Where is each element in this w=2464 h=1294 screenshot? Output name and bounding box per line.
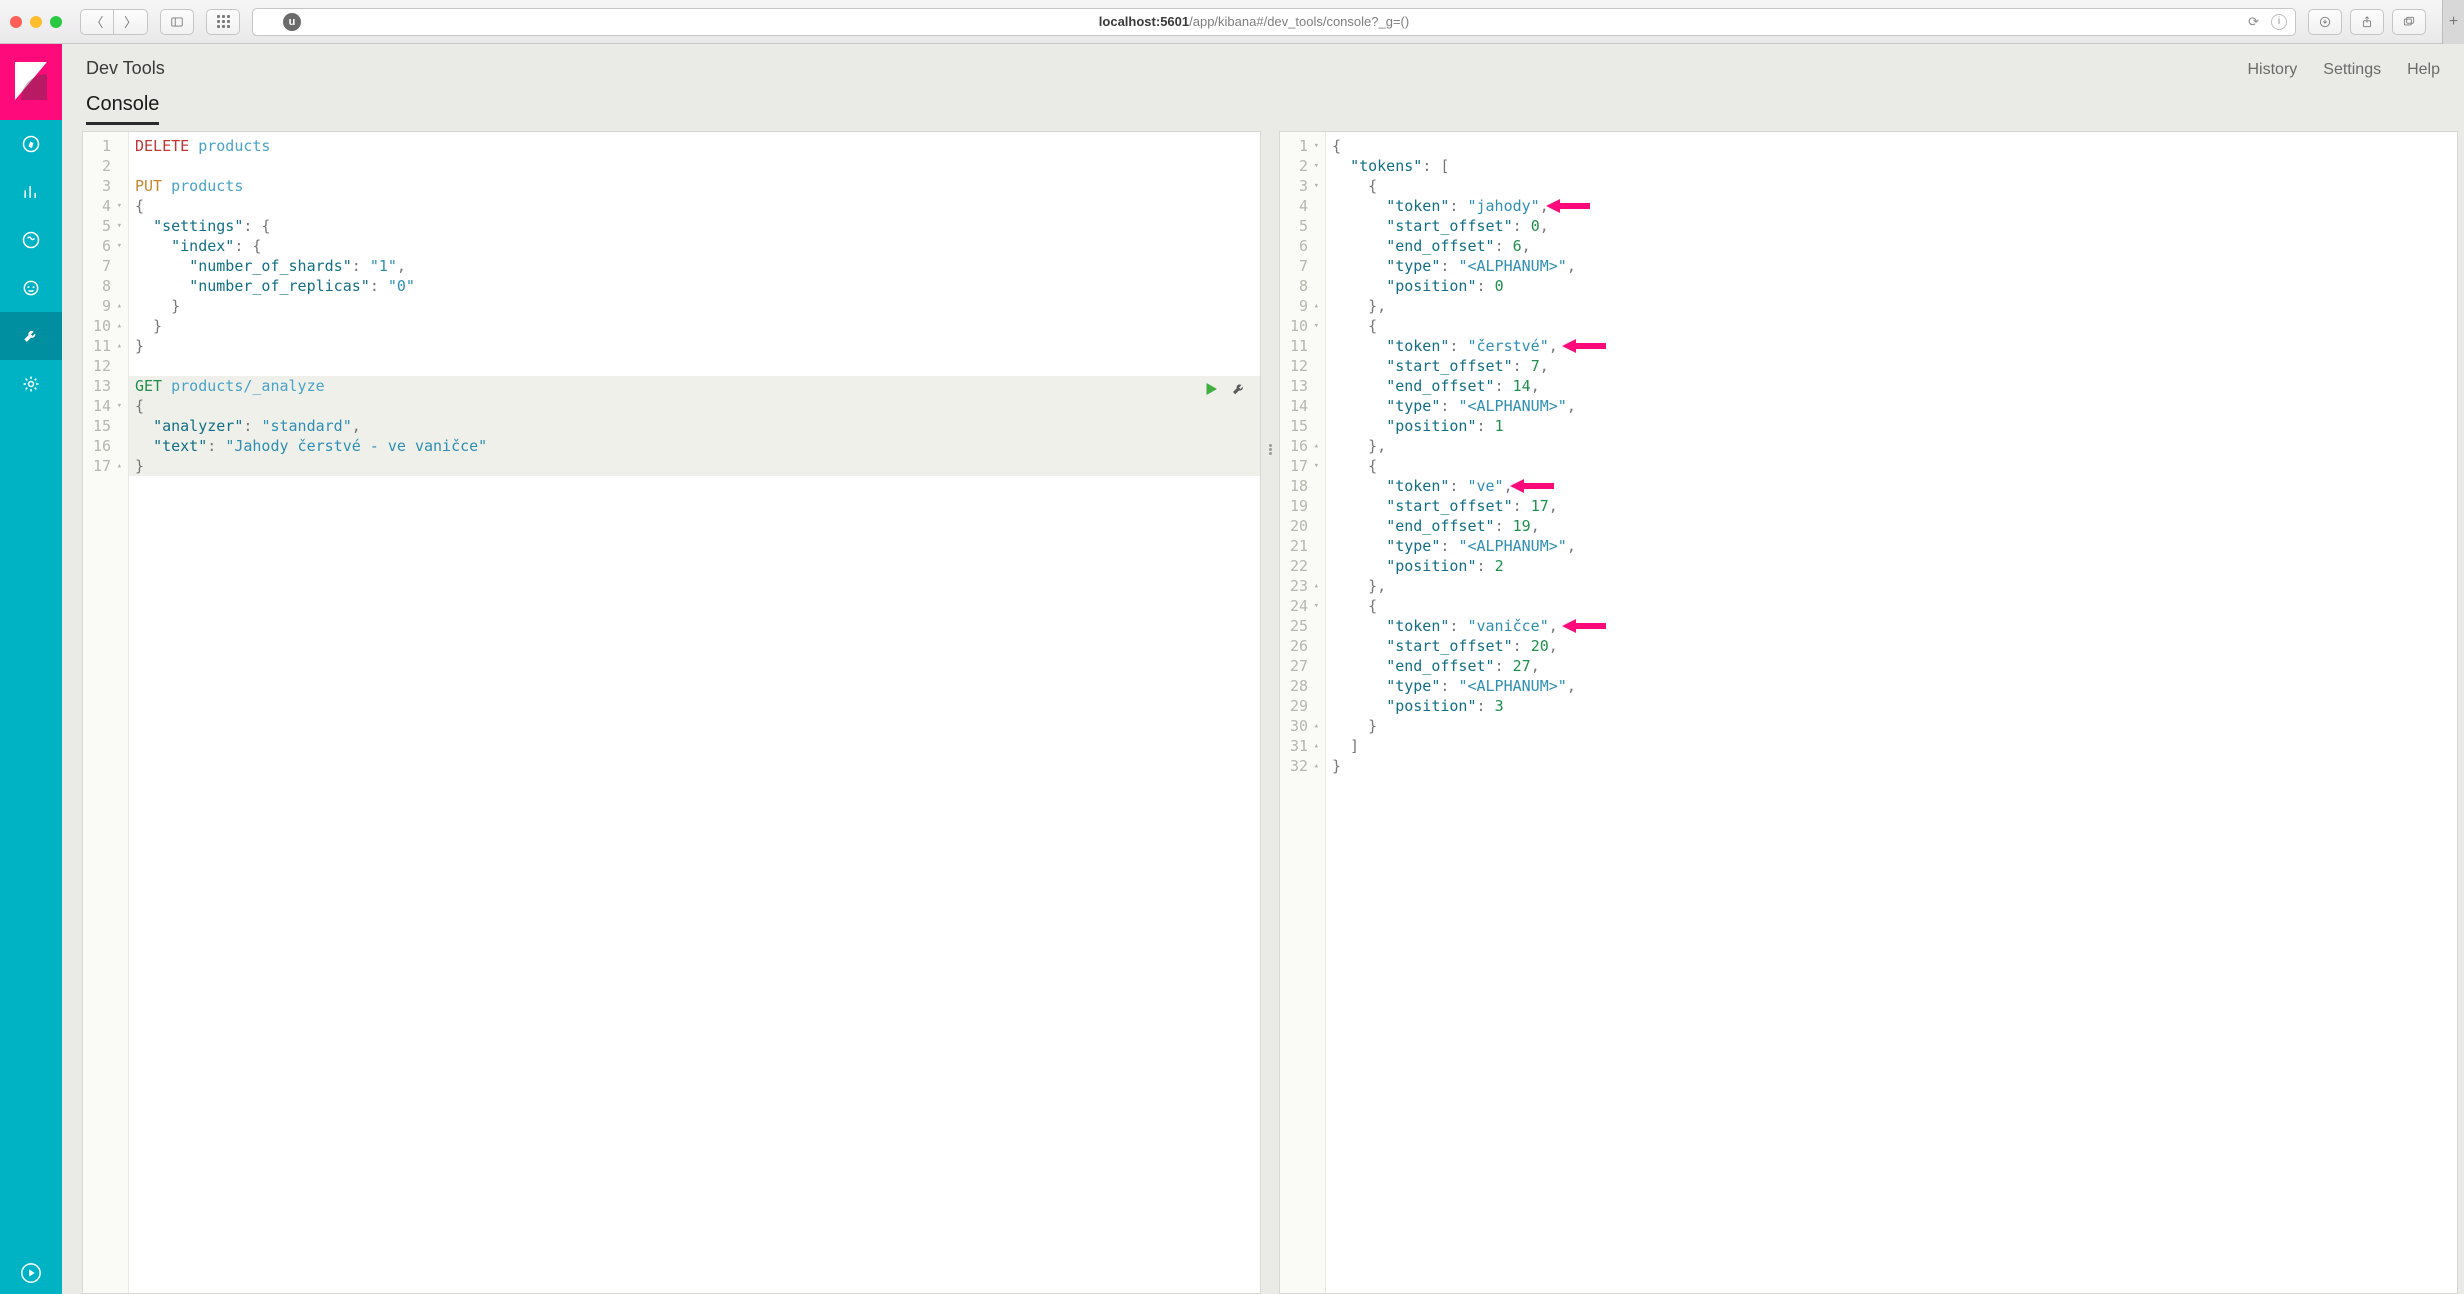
console-panes: 1234▾5▾6▾789▴10▴11▴121314▾151617▴ DELETE… — [62, 125, 2464, 1294]
downloads-button[interactable] — [2308, 9, 2342, 35]
help-link[interactable]: Help — [2407, 61, 2440, 79]
kibana-sidebar — [0, 44, 62, 1294]
nav-management[interactable] — [0, 360, 62, 408]
tab-console[interactable]: Console — [86, 93, 159, 125]
request-code[interactable]: DELETE products PUT products{ "settings"… — [129, 132, 1260, 1293]
request-editor[interactable]: 1234▾5▾6▾789▴10▴11▴121314▾151617▴ DELETE… — [82, 131, 1261, 1294]
run-request-button[interactable] — [1202, 380, 1220, 403]
response-viewer: 1▾2▾3▾456789▴10▾111213141516▴17▾18192021… — [1279, 131, 2458, 1294]
annotation-arrow — [1508, 477, 1556, 500]
resize-handle[interactable] — [1269, 444, 1272, 455]
toolbar-right — [2308, 9, 2426, 35]
sidebar-toggle-button[interactable] — [160, 9, 194, 35]
url-text: localhost:5601/app/kibana#/dev_tools/con… — [1099, 14, 1409, 29]
back-button[interactable]: 〈 — [80, 9, 114, 35]
forward-button[interactable]: 〉 — [114, 9, 148, 35]
nav-visualize[interactable] — [0, 168, 62, 216]
request-gutter: 1234▾5▾6▾789▴10▴11▴121314▾151617▴ — [83, 132, 129, 1293]
nav-dev-tools[interactable] — [0, 312, 62, 360]
share-button[interactable] — [2350, 9, 2384, 35]
request-options-button[interactable] — [1230, 380, 1248, 403]
annotation-arrow — [1560, 617, 1608, 640]
header-links: History Settings Help — [2248, 61, 2441, 79]
browser-toolbar: 〈 〉 u localhost:5601/app/kibana#/dev_too… — [0, 0, 2464, 44]
window-controls — [10, 16, 62, 28]
close-window-button[interactable] — [10, 16, 22, 28]
page-title: Dev Tools — [86, 58, 165, 79]
tabs-button[interactable] — [2392, 9, 2426, 35]
main-content: Dev Tools History Settings Help Console … — [62, 44, 2464, 1294]
kibana-app: Dev Tools History Settings Help Console … — [0, 44, 2464, 1294]
nav-timelion[interactable] — [0, 216, 62, 264]
page-header: Dev Tools History Settings Help — [62, 44, 2464, 79]
response-code[interactable]: { "tokens": [ { "token": "jahody", "star… — [1326, 132, 2457, 1293]
response-gutter: 1▾2▾3▾456789▴10▾111213141516▴17▾18192021… — [1280, 132, 1326, 1293]
history-link[interactable]: History — [2248, 61, 2298, 79]
nav-apm[interactable] — [0, 264, 62, 312]
nav-collapse[interactable] — [0, 1262, 62, 1284]
minimize-window-button[interactable] — [30, 16, 42, 28]
request-actions — [1202, 380, 1248, 403]
tabs: Console — [62, 79, 2464, 125]
kibana-logo[interactable] — [0, 44, 62, 120]
site-identity-icon[interactable]: u — [283, 13, 301, 31]
nav-discover[interactable] — [0, 120, 62, 168]
new-tab-button[interactable]: + — [2442, 0, 2464, 44]
annotation-arrow — [1544, 197, 1592, 220]
page-info-icon[interactable]: i — [2271, 14, 2287, 30]
annotation-arrow — [1560, 337, 1608, 360]
top-sites-button[interactable] — [206, 9, 240, 35]
nav-buttons: 〈 〉 — [80, 9, 148, 35]
reload-icon[interactable]: ⟳ — [2248, 14, 2259, 30]
maximize-window-button[interactable] — [50, 16, 62, 28]
address-bar[interactable]: u localhost:5601/app/kibana#/dev_tools/c… — [252, 8, 2296, 36]
settings-link[interactable]: Settings — [2323, 61, 2381, 79]
